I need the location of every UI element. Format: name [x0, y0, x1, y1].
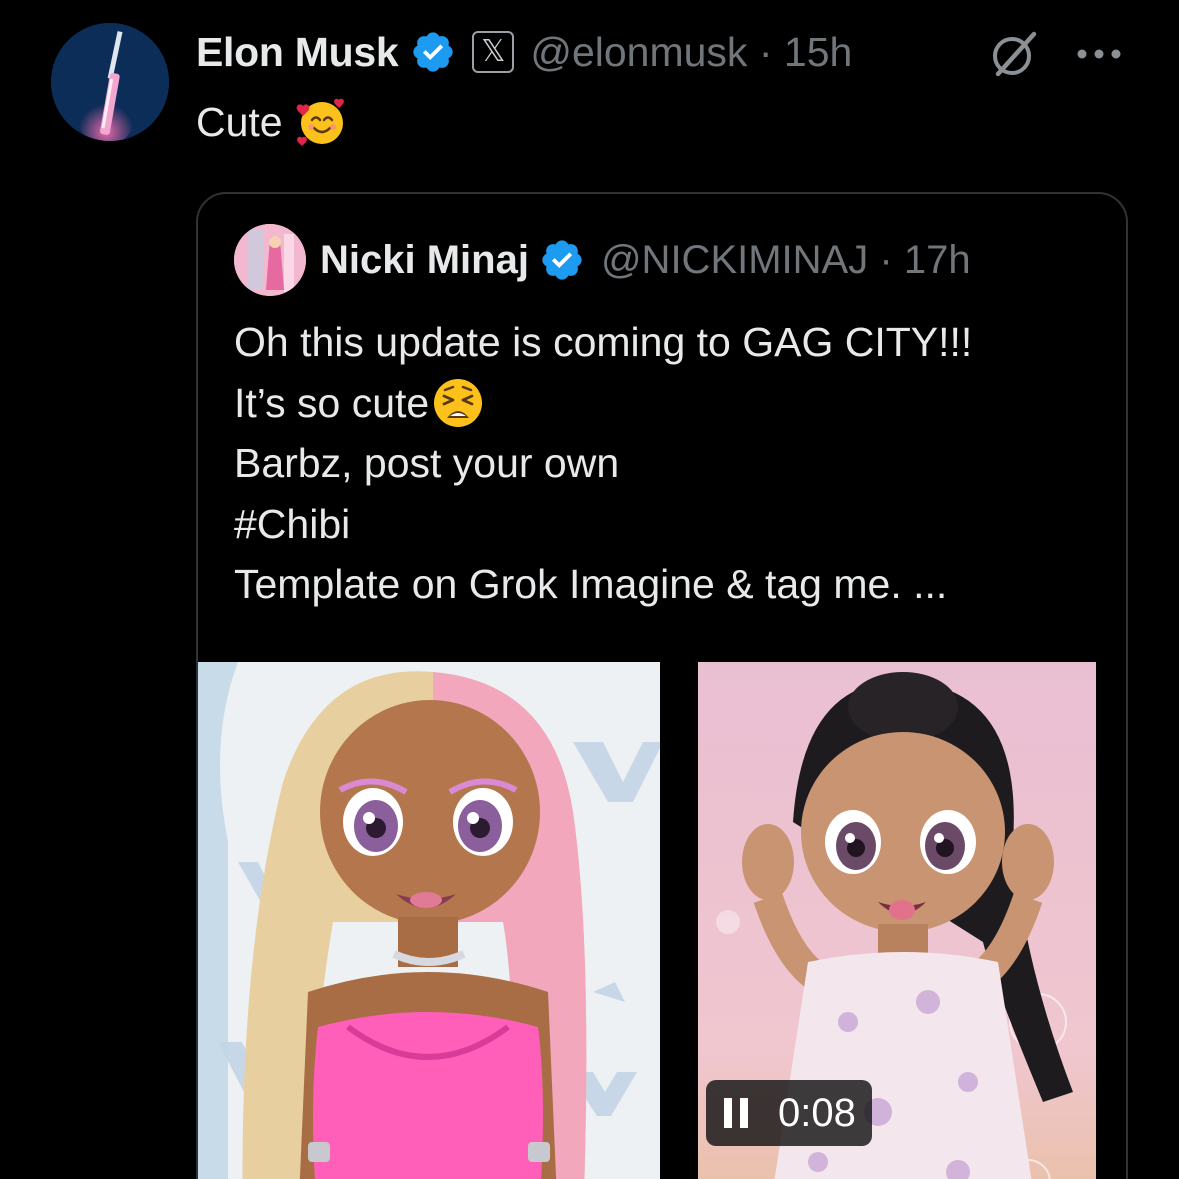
- x-platform-badge-icon[interactable]: 𝕏: [472, 31, 515, 73]
- quoted-author-name[interactable]: Nicki Minaj: [320, 238, 529, 283]
- quoted-media-video[interactable]: 0:08: [698, 662, 1096, 1179]
- quoted-text-line: Oh this update is coming to GAG CITY!!!: [234, 319, 973, 365]
- grok-icon[interactable]: [988, 28, 1040, 80]
- quoted-media-image[interactable]: [198, 662, 660, 1179]
- post-time[interactable]: 15h: [784, 29, 852, 75]
- hashtag-link[interactable]: #Chibi: [234, 494, 972, 555]
- quoted-post-header: Nicki Minaj @NICKIMINAJ · 17h: [234, 224, 971, 296]
- pink-portrait-image: [234, 224, 306, 296]
- quoted-text-line: Barbz, post your own: [234, 440, 620, 486]
- post-view: Elon Musk 𝕏 @elonmusk · 15h Cute Nicki M…: [0, 0, 1179, 1179]
- video-progress-pill[interactable]: 0:08: [706, 1080, 872, 1146]
- author-name[interactable]: Elon Musk: [196, 29, 399, 76]
- tweet-body: Cute: [196, 98, 283, 145]
- quoted-text-line: Template on Grok Imagine & tag me. ...: [234, 561, 948, 607]
- author-avatar[interactable]: [51, 23, 169, 141]
- pause-icon[interactable]: [724, 1098, 748, 1128]
- quoted-author-meta: @NICKIMINAJ · 17h: [601, 238, 971, 283]
- smiling-face-with-hearts-icon: [296, 98, 344, 146]
- verified-badge-icon[interactable]: [539, 237, 585, 283]
- meta-separator: ·: [879, 237, 893, 282]
- meta-separator: ·: [758, 28, 773, 75]
- more-options-icon[interactable]: [1076, 44, 1122, 64]
- quoted-post-text: Oh this update is coming to GAG CITY!!! …: [234, 312, 972, 615]
- quoted-post-time[interactable]: 17h: [904, 238, 971, 282]
- quoted-text-segment: It’s so cute: [234, 379, 430, 426]
- quoted-author-avatar[interactable]: [234, 224, 306, 296]
- author-meta: @elonmusk · 15h: [530, 29, 852, 76]
- quoted-text-line: It’s so cute: [234, 373, 972, 434]
- video-duration: 0:08: [778, 1090, 856, 1135]
- weary-face-icon: [434, 378, 483, 427]
- quoted-author-handle[interactable]: @NICKIMINAJ: [601, 238, 868, 282]
- tweet-text: Cute: [196, 96, 347, 148]
- tweet-header: Elon Musk 𝕏 @elonmusk · 15h: [196, 24, 852, 80]
- verified-badge-icon[interactable]: [410, 29, 456, 75]
- quoted-post-card[interactable]: Nicki Minaj @NICKIMINAJ · 17h Oh this up…: [196, 192, 1128, 1179]
- author-handle[interactable]: @elonmusk: [530, 29, 747, 75]
- chibi-doll-pink-blonde-image: [198, 662, 660, 1179]
- rocket-image: [51, 23, 169, 141]
